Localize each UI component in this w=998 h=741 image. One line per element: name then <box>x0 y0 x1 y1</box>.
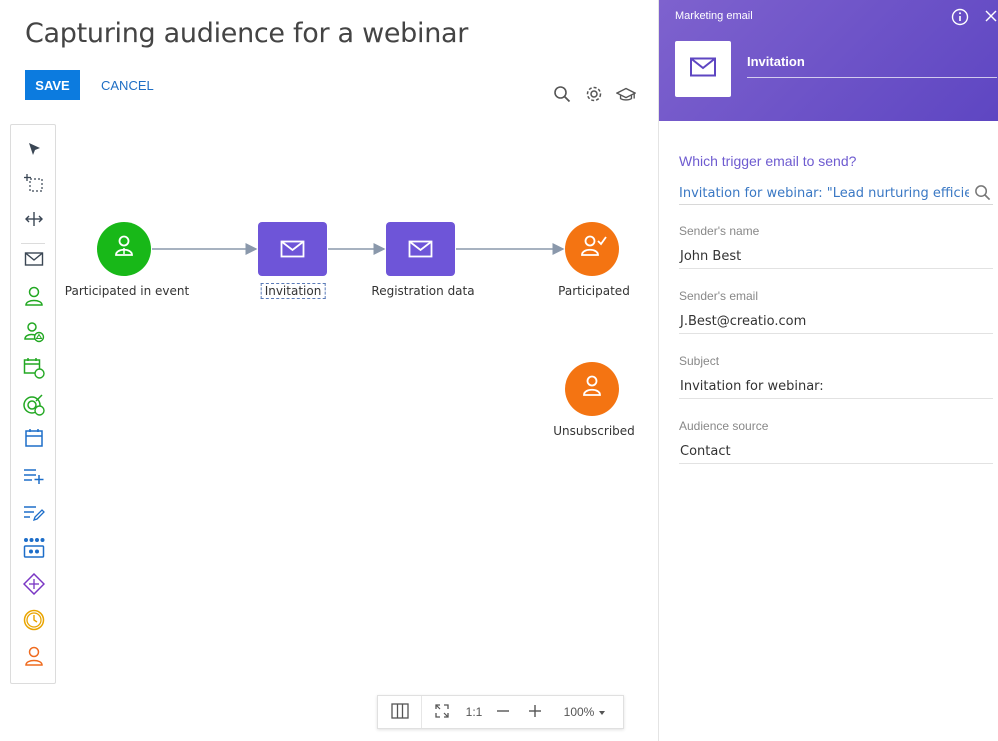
zoom-level: 100% <box>563 705 595 719</box>
subject-label: Subject <box>679 354 720 368</box>
gear-icon[interactable] <box>584 84 604 104</box>
sender-name-field[interactable]: John Best <box>679 245 993 269</box>
audience-node-start[interactable] <box>97 222 151 276</box>
cursor-arrow-icon <box>26 141 42 162</box>
audience-element[interactable] <box>22 286 46 310</box>
cancel-button[interactable]: CANCEL <box>101 70 154 100</box>
map-icon <box>390 702 409 722</box>
email-node-invitation[interactable] <box>258 222 327 276</box>
node-label-invitation[interactable]: Invitation <box>260 283 326 299</box>
node-label-registration: Registration data <box>371 284 475 298</box>
audience-source-field[interactable]: Contact <box>679 440 993 464</box>
calendar-person-icon <box>23 357 45 384</box>
element-palette <box>10 124 56 684</box>
space-tool[interactable] <box>22 209 46 233</box>
close-icon[interactable] <box>985 9 997 27</box>
selection-rectangle-icon <box>24 173 44 198</box>
timer-element[interactable] <box>22 609 46 636</box>
horizontal-space-icon <box>25 210 43 233</box>
target-person-icon <box>23 393 45 421</box>
node-label-start: Participated in event <box>64 284 190 298</box>
marketing-email-element[interactable] <box>22 249 46 273</box>
fit-to-screen-button[interactable] <box>422 696 462 728</box>
element-name-field[interactable]: Invitation <box>747 54 997 78</box>
info-icon[interactable] <box>951 8 969 31</box>
audience-source-label: Audience source <box>679 419 769 433</box>
save-button[interactable]: SAVE <box>25 70 80 100</box>
process-icon <box>23 537 45 564</box>
trigger-question: Which trigger email to send? <box>679 153 857 169</box>
lasso-tool[interactable] <box>22 173 46 197</box>
flow-diagram <box>97 222 619 416</box>
actual-size-button[interactable]: 1:1 <box>462 696 486 728</box>
exit-node-unsubscribed[interactable] <box>565 362 619 416</box>
sender-name-label: Sender's name <box>679 224 760 238</box>
modify-data-element[interactable] <box>22 503 46 527</box>
node-label-participated: Participated <box>558 284 630 298</box>
subject-field[interactable]: Invitation for webinar: <box>679 375 993 399</box>
page-title: Capturing audience for a webinar <box>25 18 469 49</box>
event-participants-element[interactable] <box>22 357 46 384</box>
element-icon-box <box>675 41 731 97</box>
envelope-icon <box>24 251 44 272</box>
sender-email-label: Sender's email <box>679 289 758 303</box>
caret-down-icon <box>598 705 606 719</box>
graduation-cap-icon[interactable] <box>616 84 636 104</box>
landing-element[interactable] <box>22 393 46 421</box>
zoom-level-dropdown[interactable]: 100% <box>550 696 620 728</box>
zoom-out-button[interactable] <box>486 696 520 728</box>
email-node-registration[interactable] <box>386 222 455 276</box>
exit-node-participated[interactable] <box>565 222 619 276</box>
envelope-icon <box>690 57 716 82</box>
timer-icon <box>23 609 45 636</box>
minus-icon <box>496 704 510 721</box>
person-exit-icon <box>24 645 44 672</box>
search-icon[interactable] <box>552 84 572 104</box>
expand-icon <box>435 703 449 721</box>
trigger-email-lookup[interactable]: Invitation for webinar: "Lead nurturing … <box>679 183 993 205</box>
add-from-folder-element[interactable] <box>22 321 46 348</box>
node-label-unsubscribed: Unsubscribed <box>553 424 635 438</box>
calendar-icon <box>24 428 44 453</box>
zoom-in-button[interactable] <box>520 696 550 728</box>
process-designer: Capturing audience for a webinar SAVE CA… <box>0 0 658 741</box>
add-data-element[interactable] <box>22 466 46 490</box>
exit-element[interactable] <box>22 646 46 670</box>
person-add-icon <box>23 321 45 348</box>
add-list-icon <box>23 467 45 490</box>
designer-toolbar <box>552 84 636 104</box>
edit-list-icon <box>23 504 45 527</box>
search-icon[interactable] <box>974 184 991 205</box>
person-icon <box>24 285 44 312</box>
event-element[interactable] <box>22 428 46 452</box>
zoom-toolbar: 1:1 100% <box>377 695 624 729</box>
plus-icon <box>528 704 542 721</box>
minimap-button[interactable] <box>378 696 422 728</box>
split-element[interactable] <box>22 572 46 600</box>
trigger-email-value: Invitation for webinar: "Lead nurturing … <box>679 186 969 201</box>
diamond-split-icon <box>22 572 46 600</box>
pointer-tool[interactable] <box>22 139 46 163</box>
element-type-label: Marketing email <box>675 10 753 22</box>
element-properties-panel: Marketing email Invitation Which trigger… <box>658 0 998 741</box>
call-process-element[interactable] <box>22 537 46 564</box>
sender-email-field[interactable]: J.Best@creatio.com <box>679 310 993 334</box>
panel-header: Marketing email Invitation <box>659 0 998 121</box>
